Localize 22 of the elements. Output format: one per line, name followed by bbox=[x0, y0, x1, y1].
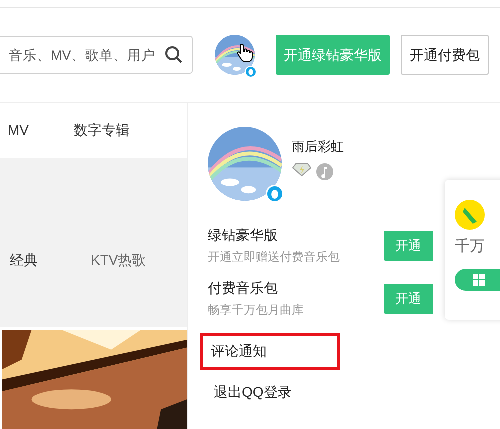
offer-title: 付费音乐包 bbox=[208, 279, 279, 298]
menu-item[interactable]: 退出QQ登录 bbox=[214, 382, 292, 403]
highlight-box[interactable]: 评论通知 bbox=[200, 333, 340, 370]
category-tab[interactable]: 经典 bbox=[10, 250, 38, 271]
hand-cursor-icon bbox=[237, 43, 253, 63]
menu-item[interactable]: 评论通知 bbox=[211, 341, 267, 362]
search-icon[interactable] bbox=[165, 46, 183, 64]
offer-subtitle: 畅享千万包月曲库 bbox=[208, 302, 304, 319]
package-button[interactable]: 开通付费包 bbox=[401, 35, 489, 75]
category-tab[interactable]: KTV热歌 bbox=[91, 250, 146, 271]
username: 雨后彩虹 bbox=[292, 138, 344, 156]
search-field[interactable]: 音乐、MV、歌单、用户 bbox=[0, 36, 193, 74]
app-logo-icon bbox=[455, 200, 485, 230]
nav-tab[interactable]: MV bbox=[8, 120, 29, 141]
diamond-icon bbox=[292, 162, 312, 176]
offer-title: 绿钻豪华版 bbox=[208, 226, 279, 245]
windows-icon bbox=[473, 274, 485, 286]
offer-subtitle: 开通立即赠送付费音乐包 bbox=[208, 249, 340, 266]
menu-row[interactable]: 退出QQ登录 bbox=[200, 374, 340, 411]
music-note-icon bbox=[316, 162, 334, 180]
promo-text: 千万 bbox=[455, 237, 486, 257]
nav-tab[interactable]: 数字专辑 bbox=[74, 120, 130, 141]
